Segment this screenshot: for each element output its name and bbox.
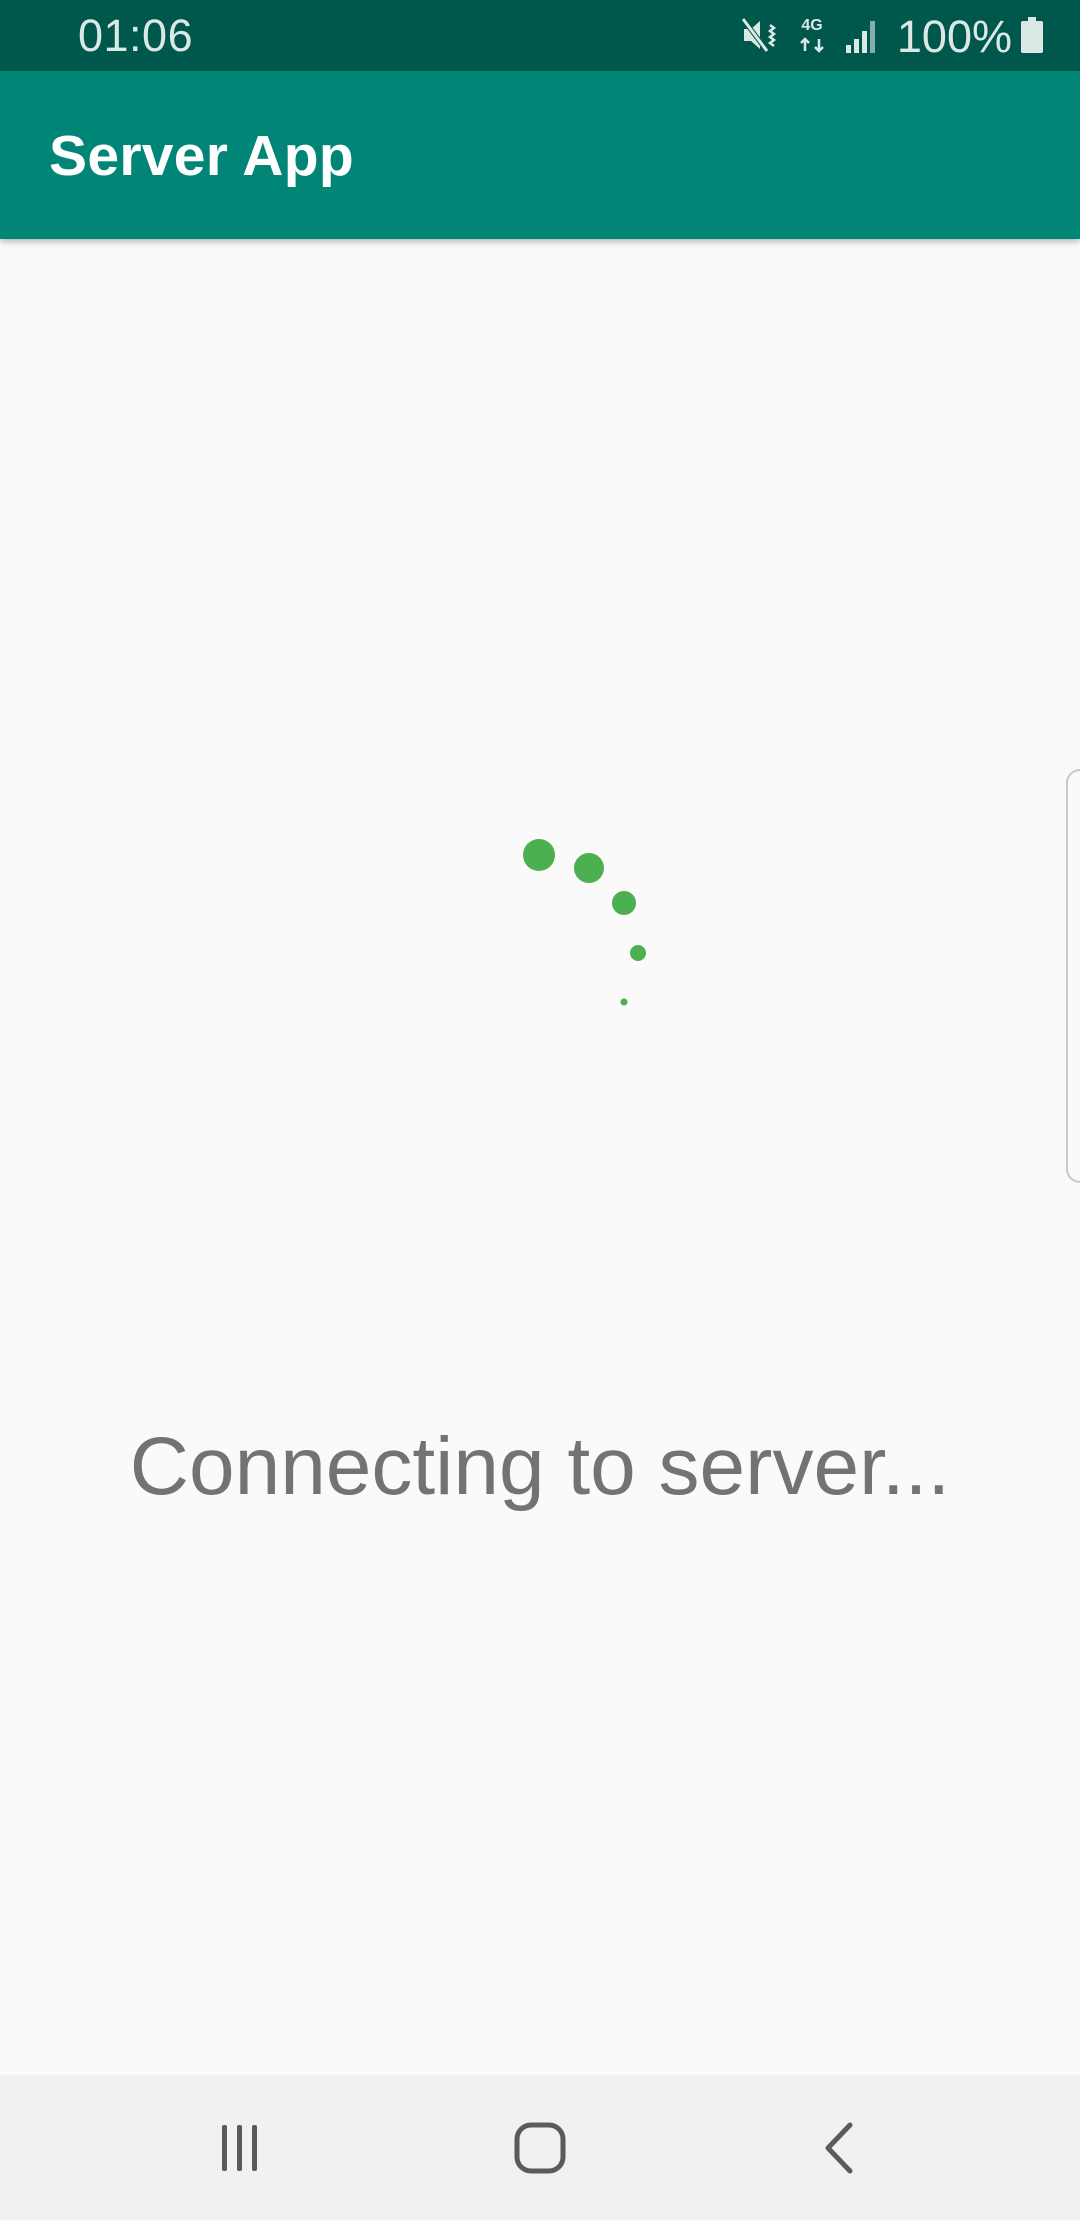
network-4g-icon: 4G (795, 15, 829, 60)
home-button[interactable] (440, 2075, 640, 2220)
signal-icon (843, 15, 879, 60)
main-content: Connecting to server... (0, 239, 1080, 2075)
battery-icon (1020, 15, 1044, 60)
app-bar: Server App (0, 71, 1080, 239)
edge-panel-handle[interactable] (1066, 769, 1080, 1183)
battery-percentage: 100% (896, 11, 1012, 62)
loading-spinner-icon (523, 839, 646, 1006)
navigation-bar (0, 2075, 1080, 2220)
recent-apps-icon (222, 2124, 257, 2171)
back-icon (825, 2122, 853, 2173)
spinner-dot (523, 839, 555, 871)
mute-vibrate-icon (740, 15, 781, 60)
recent-apps-button[interactable] (140, 2075, 340, 2220)
back-button[interactable] (740, 2075, 940, 2220)
spinner-dot (574, 853, 604, 883)
status-icons: 4G 100% (727, 12, 1044, 62)
spinner-dot (620, 998, 628, 1006)
network-type-label: 4G (801, 17, 822, 34)
status-bar: 01:06 4G 100% (0, 0, 1080, 71)
spinner-dot (630, 945, 646, 961)
status-time: 01:06 (78, 10, 194, 61)
app-title: Server App (49, 124, 355, 188)
home-icon (514, 2122, 566, 2173)
connecting-message: Connecting to server... (129, 1421, 951, 1512)
spinner-dot (612, 891, 636, 915)
